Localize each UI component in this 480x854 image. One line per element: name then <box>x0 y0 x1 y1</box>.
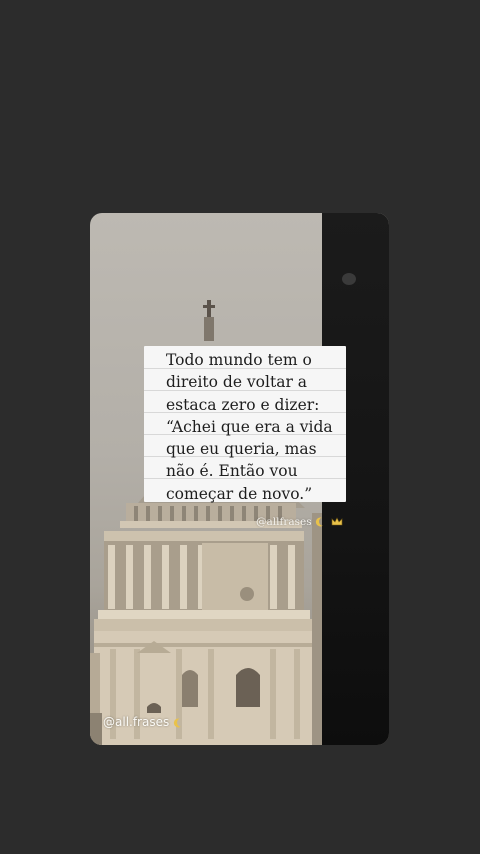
crown-icon <box>332 517 343 526</box>
quote-line: Todo mundo tem o <box>166 351 312 369</box>
quote-line: começar de novo.” <box>166 484 313 503</box>
crescent-moon-icon <box>318 516 328 526</box>
watermark-top[interactable]: @allfrases <box>256 516 343 528</box>
watermark-top-handle: @allfrases <box>256 516 312 528</box>
watermark-bottom-handle: @all.frases <box>103 715 170 729</box>
quote-text: Todo mundo tem o direito de voltar a est… <box>166 349 346 505</box>
quote-line: estaca zero e dizer: <box>166 395 320 414</box>
quote-line: que eu queria, mas <box>166 440 317 459</box>
quote-line: direito de voltar a <box>166 373 308 392</box>
quote-card: Todo mundo tem o direito de voltar a est… <box>144 346 346 505</box>
quote-line: não é. Então vou <box>166 462 298 481</box>
watermark-bottom[interactable]: @all.frases <box>103 715 182 729</box>
quote-line: “Achei que era a vida <box>166 417 333 436</box>
